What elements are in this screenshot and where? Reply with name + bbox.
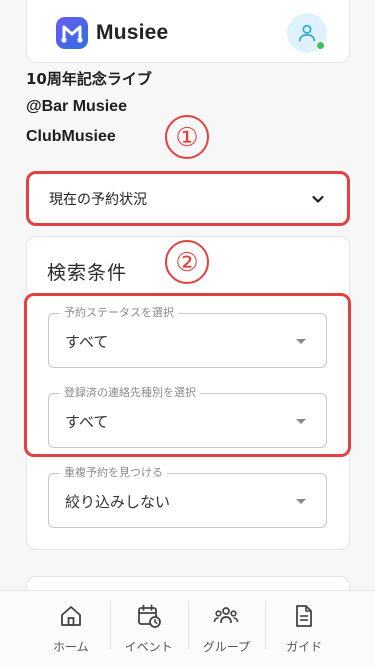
- select-value: 絞り込みしない: [65, 493, 171, 511]
- nav-item-guide[interactable]: ガイド: [265, 591, 343, 667]
- duplicate-reservation-select[interactable]: 重複予約を見つける 絞り込みしない: [48, 466, 327, 528]
- event-venue: @Bar Musiee: [26, 98, 127, 115]
- search-conditions-title: 検索条件: [47, 262, 128, 284]
- user-avatar-button[interactable]: [287, 13, 327, 53]
- nav-label: グループ: [202, 640, 251, 654]
- page: Musiee 10周年記念ライブ @Bar Musiee ClubMusiee …: [0, 0, 375, 667]
- online-status-dot: [316, 41, 325, 50]
- app-logo[interactable]: Musiee: [56, 16, 168, 50]
- document-icon: [296, 605, 313, 627]
- user-icon: [298, 24, 316, 42]
- group-icon: [214, 607, 239, 624]
- nav-item-group[interactable]: グループ: [187, 591, 266, 667]
- bottom-nav: ホーム イベント グループ ガイド: [0, 590, 375, 667]
- nav-label: イベント: [124, 640, 173, 654]
- annotation-marker-2: ②: [165, 240, 209, 284]
- select-legend: 重複予約を見つける: [60, 466, 167, 480]
- app-name: Musiee: [96, 21, 169, 44]
- annotation-highlight-box: [24, 293, 351, 457]
- nav-label: ガイド: [286, 640, 323, 654]
- nav-item-home[interactable]: ホーム: [32, 591, 110, 667]
- annotation-marker-1: ①: [165, 115, 209, 159]
- caret-down-icon: [296, 499, 306, 504]
- calendar-clock-icon: [137, 604, 161, 628]
- musiee-logo-icon: [56, 17, 88, 49]
- reservation-status-accordion[interactable]: 現在の予約状況: [26, 171, 350, 226]
- event-title: 10周年記念ライブ: [26, 70, 152, 88]
- chevron-down-icon: [312, 195, 324, 203]
- event-organizer: ClubMusiee: [26, 128, 116, 145]
- reservation-status-label: 現在の予約状況: [49, 191, 147, 208]
- home-icon: [60, 606, 81, 626]
- nav-label: ホーム: [53, 640, 89, 654]
- nav-item-event[interactable]: イベント: [109, 591, 188, 667]
